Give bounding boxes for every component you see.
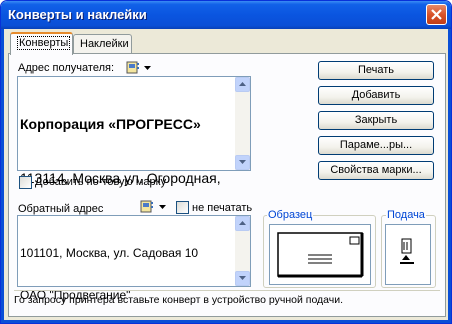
scroll-down-icon [239, 160, 246, 164]
scroll-down-button[interactable] [235, 155, 250, 170]
tab-labels[interactable]: Наклейки [73, 34, 132, 54]
dropdown-arrow-icon[interactable] [159, 205, 166, 209]
omit-return-label: не печатать [192, 202, 253, 214]
envelopes-labels-dialog: Конверты и наклейки Конверты Наклейки Ад… [0, 0, 452, 324]
scroll-down-icon [239, 276, 246, 280]
recipient-line-1: Корпорация «ПРОГРЕСС» [20, 116, 201, 132]
recipient-label: Адрес получателя: [18, 62, 115, 74]
close-window-button[interactable] [426, 4, 447, 25]
return-line-1: 101101, Москва, ул. Садовая 10 [20, 246, 199, 260]
omit-return-checkbox[interactable] [176, 201, 189, 214]
postage-properties-button[interactable]: Свойства марки... [318, 161, 434, 180]
frame-right [448, 29, 451, 323]
print-button[interactable]: Печать [318, 61, 434, 80]
status-separator [14, 290, 440, 291]
address-book-icon[interactable] [140, 200, 154, 213]
return-scrollbar[interactable] [235, 216, 250, 286]
tab-envelopes[interactable]: Конверты [10, 32, 73, 55]
feed-preview[interactable] [385, 224, 431, 285]
add-to-document-button[interactable]: Добавить [318, 86, 434, 105]
scroll-up-icon [239, 82, 246, 86]
scroll-up-button[interactable] [235, 216, 250, 231]
window-title: Конверты и наклейки [8, 7, 147, 22]
tab-envelopes-label: Конверты [17, 36, 71, 50]
status-text: Го запросу принтера вставьте конверт в у… [14, 294, 344, 306]
scroll-up-button[interactable] [235, 77, 250, 92]
close-icon [431, 9, 442, 20]
scroll-down-button[interactable] [235, 271, 250, 286]
envelope-preview[interactable] [269, 224, 371, 285]
return-address-field[interactable]: 101101, Москва, ул. Садовая 10 ОАО "Прод… [17, 215, 251, 302]
dropdown-arrow-icon[interactable] [144, 66, 151, 70]
feed-title: Подача [386, 209, 426, 221]
recipient-scrollbar[interactable] [235, 77, 250, 170]
preview-title: Образец [267, 209, 314, 221]
options-button[interactable]: Параме...ры... [318, 136, 434, 155]
feed-icon [400, 238, 414, 264]
address-book-icon[interactable] [126, 61, 140, 74]
add-postage-label: Добавить по-товую марку [35, 176, 167, 188]
close-button[interactable]: Закрыть [318, 111, 434, 130]
envelope-icon [277, 232, 364, 278]
title-bar[interactable]: Конверты и наклейки [1, 1, 451, 29]
tab-labels-label: Наклейки [80, 38, 129, 50]
scroll-up-icon [239, 221, 246, 225]
add-postage-checkbox[interactable] [19, 176, 32, 189]
return-address-label: Обратный адрес [18, 203, 104, 215]
frame-left [1, 29, 4, 323]
recipient-address-field[interactable]: Корпорация «ПРОГРЕСС» 113114, Москва ул.… [17, 76, 251, 186]
